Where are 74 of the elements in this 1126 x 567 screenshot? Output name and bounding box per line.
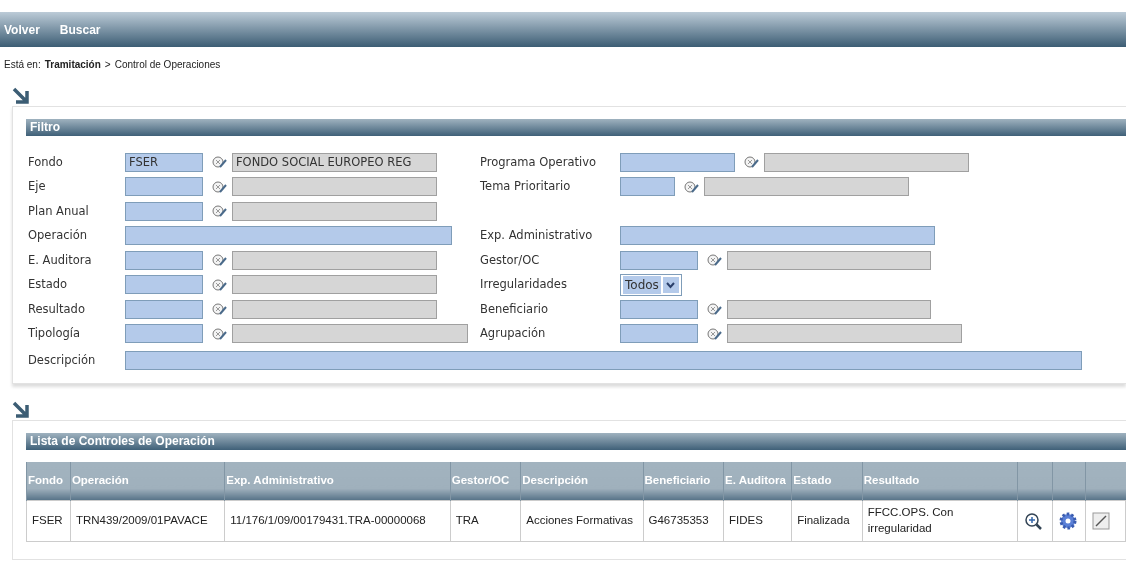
field-label: Eje	[28, 178, 47, 196]
code-field[interactable]: FSER	[125, 152, 203, 172]
search-icon[interactable]	[211, 276, 227, 293]
input-field[interactable]	[620, 226, 935, 246]
input-field[interactable]	[125, 351, 1082, 370]
arrow-icon[interactable]	[12, 86, 30, 104]
input-field[interactable]	[125, 226, 452, 246]
code-field[interactable]	[125, 275, 203, 295]
field-label: Gestor/OC	[480, 251, 541, 269]
column-header: Descripción	[520, 462, 643, 500]
code-field[interactable]	[125, 177, 203, 197]
search-icon[interactable]	[211, 325, 227, 342]
field-label: Plan Anual	[28, 202, 90, 220]
gear-icon[interactable]	[1059, 511, 1078, 530]
field-label: Tipología	[28, 325, 81, 343]
table-cell: TRA	[450, 500, 521, 541]
search-icon[interactable]	[211, 301, 227, 318]
column-header: Estado	[791, 462, 863, 500]
field-label: Exp. Administrativo	[480, 227, 594, 245]
column-header: Resultado	[862, 462, 1018, 500]
column-header: E. Auditora	[723, 462, 792, 500]
table-cell: G46735353	[643, 500, 724, 541]
field-label: Fondo	[28, 153, 64, 171]
search-icon[interactable]	[211, 203, 227, 220]
edit-icon[interactable]	[1092, 511, 1111, 530]
code-field[interactable]	[125, 250, 203, 270]
breadcrumb-label: Está en:	[4, 58, 41, 72]
select-field[interactable]: Todos	[620, 273, 682, 296]
column-header: Beneficiario	[643, 462, 724, 500]
column-header: Fondo	[26, 462, 71, 500]
table-cell: Acciones Formativas	[520, 500, 643, 541]
code-field[interactable]	[620, 324, 698, 344]
column-header: Gestor/OC	[450, 462, 521, 500]
field-label: Programa Operativo	[480, 153, 597, 171]
field-label: Descripción	[28, 351, 97, 369]
code-field[interactable]	[125, 324, 203, 344]
table-cell: Finalizada	[791, 500, 863, 541]
description-field: FONDO SOCIAL EUROPEO REG	[232, 152, 437, 172]
breadcrumb-separator: >	[104, 58, 111, 72]
code-field[interactable]	[620, 299, 698, 319]
table-cell: TRN439/2009/01PAVACE	[70, 500, 225, 541]
field-label: Beneficiario	[480, 300, 550, 318]
table-cell: 11/176/1/09/00179431.TRA-00000068	[224, 500, 451, 541]
code-field[interactable]	[125, 201, 203, 221]
search-icon[interactable]	[211, 178, 227, 195]
zoom-in-icon[interactable]	[1023, 511, 1042, 530]
arrow-icon[interactable]	[12, 400, 30, 418]
code-field[interactable]	[125, 299, 203, 319]
panel-header: Filtro	[26, 119, 1126, 136]
search-icon[interactable]	[706, 252, 722, 269]
field-label: Resultado	[28, 300, 86, 318]
search-icon[interactable]	[706, 325, 722, 342]
table-cell: FFCC.OPS. Con irregularidad	[862, 500, 1018, 541]
code-field[interactable]	[620, 152, 735, 172]
code-field[interactable]	[620, 177, 675, 197]
panel-header: Lista de Controles de Operación	[26, 433, 1126, 450]
search-icon[interactable]	[706, 301, 722, 318]
code-field[interactable]	[620, 250, 698, 270]
column-header: Exp. Administrativo	[224, 462, 451, 500]
table-cell: FSER	[26, 500, 71, 541]
field-label: Estado	[28, 276, 69, 294]
search-icon[interactable]	[211, 154, 227, 171]
search-icon[interactable]	[683, 178, 699, 195]
field-label: Tema Prioritario	[480, 178, 572, 196]
column-header: Operación	[70, 462, 225, 500]
field-label: E. Auditora	[28, 251, 93, 269]
field-label: Agrupación	[480, 325, 547, 343]
breadcrumb-current: Control de Operaciones	[114, 58, 221, 72]
table-cell: FIDES	[723, 500, 792, 541]
field-label: Irregularidades	[480, 276, 568, 294]
search-icon[interactable]	[743, 154, 759, 171]
search-icon[interactable]	[211, 252, 227, 269]
field-label: Operación	[28, 227, 89, 245]
breadcrumb-link[interactable]: Tramitación	[44, 57, 101, 72]
